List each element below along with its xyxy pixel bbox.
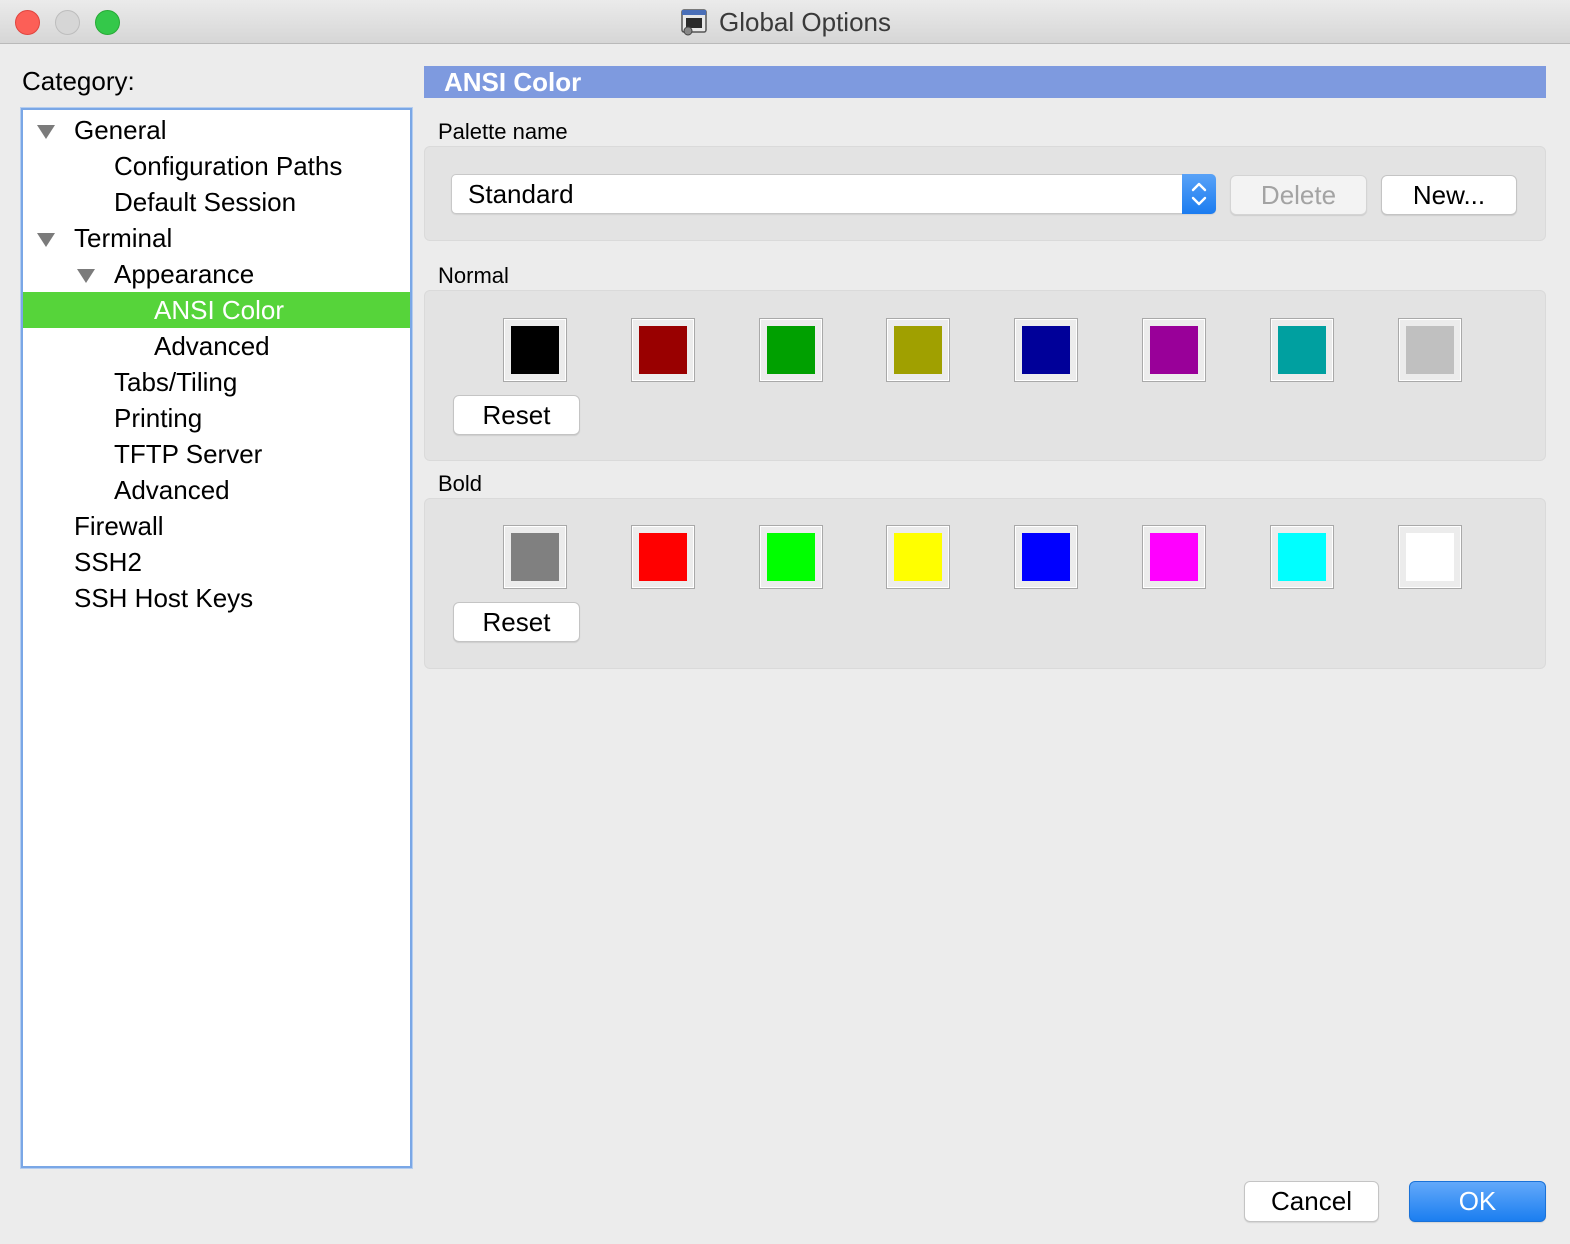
swatch-fill	[638, 533, 687, 581]
tree-item-firewall[interactable]: Firewall	[23, 508, 410, 544]
normal-color-swatch-7[interactable]	[1397, 318, 1462, 382]
tree-item-label: Printing	[114, 403, 203, 433]
normal-color-swatch-4[interactable]	[1014, 318, 1079, 382]
bold-color-swatch-2[interactable]	[758, 525, 823, 589]
swatch-fill	[1150, 533, 1198, 581]
swatch-fill	[1022, 533, 1071, 581]
normal-colors-group	[424, 290, 1546, 461]
bold-color-swatch-0[interactable]	[503, 525, 567, 589]
reset-bold-button[interactable]: Reset	[453, 602, 580, 642]
disclosure-triangle-icon[interactable]	[37, 125, 55, 139]
tree-item-label: TFTP Server	[114, 439, 263, 469]
bold-color-swatch-3[interactable]	[886, 525, 951, 589]
tree-item-terminal-advanced[interactable]: Advanced	[23, 472, 410, 508]
title-group: Global Options	[0, 0, 1570, 44]
tree-item-default-session[interactable]: Default Session	[23, 184, 410, 220]
title-bar: Global Options	[0, 0, 1570, 44]
swatch-fill	[1405, 326, 1454, 374]
bold-color-swatch-5[interactable]	[1142, 525, 1206, 589]
swatch-fill	[1022, 326, 1071, 374]
bold-colors-group	[424, 498, 1546, 669]
tree-item-printing[interactable]: Printing	[23, 400, 410, 436]
tree-item-ansi-color[interactable]: ANSI Color	[23, 292, 410, 328]
reset-normal-button[interactable]: Reset	[453, 395, 580, 435]
ok-button[interactable]: OK	[1409, 1181, 1546, 1222]
category-tree[interactable]: General Configuration Paths Default Sess…	[21, 108, 412, 1168]
tree-item-tftp-server[interactable]: TFTP Server	[23, 436, 410, 472]
swatch-fill	[511, 533, 559, 581]
swatch-fill	[1150, 326, 1198, 374]
normal-colors-label: Normal	[438, 263, 509, 288]
swatch-fill	[894, 326, 943, 374]
swatch-fill	[766, 533, 815, 581]
tree-item-label: General	[74, 115, 167, 145]
bold-color-swatch-7[interactable]	[1397, 525, 1462, 589]
swatch-fill	[1277, 533, 1326, 581]
normal-color-swatch-1[interactable]	[630, 318, 695, 382]
chevron-up-down-icon[interactable]	[1182, 174, 1216, 214]
swatch-fill	[1405, 533, 1454, 581]
global-options-window: Global Options Category: General Configu…	[0, 0, 1570, 1244]
tree-item-ssh2[interactable]: SSH2	[23, 544, 410, 580]
disclosure-triangle-icon[interactable]	[77, 269, 95, 283]
tree-item-label: ANSI Color	[154, 295, 285, 325]
tree-item-label: Advanced	[114, 475, 230, 505]
tree-item-label: Firewall	[74, 511, 164, 541]
swatch-fill	[766, 326, 815, 374]
normal-color-swatch-2[interactable]	[758, 318, 823, 382]
delete-palette-button[interactable]: Delete	[1230, 175, 1367, 215]
normal-color-swatch-3[interactable]	[886, 318, 951, 382]
section-header: ANSI Color	[424, 66, 1546, 98]
tree-item-label: Tabs/Tiling	[114, 367, 238, 397]
palette-select[interactable]: Standard	[451, 174, 1216, 214]
bold-color-swatch-1[interactable]	[630, 525, 695, 589]
normal-color-swatch-5[interactable]	[1142, 318, 1206, 382]
tree-item-label: SSH Host Keys	[74, 583, 254, 613]
swatch-fill	[511, 326, 559, 374]
swatch-fill	[894, 533, 943, 581]
swatch-fill	[638, 326, 687, 374]
cancel-button[interactable]: Cancel	[1244, 1181, 1379, 1222]
terminal-app-icon	[679, 7, 709, 37]
palette-select-value: Standard	[468, 179, 574, 209]
window-title: Global Options	[719, 6, 891, 37]
tree-item-terminal[interactable]: Terminal	[23, 220, 410, 256]
normal-color-swatch-6[interactable]	[1269, 318, 1334, 382]
tree-item-label: Default Session	[114, 187, 297, 217]
tree-item-appearance-advanced[interactable]: Advanced	[23, 328, 410, 364]
tree-item-label: Configuration Paths	[114, 151, 343, 181]
normal-color-swatch-0[interactable]	[503, 318, 567, 382]
category-label: Category:	[22, 66, 135, 96]
tree-item-configuration-paths[interactable]: Configuration Paths	[23, 148, 410, 184]
tree-item-label: Appearance	[114, 259, 255, 289]
tree-item-appearance[interactable]: Appearance	[23, 256, 410, 292]
tree-item-tabs-tiling[interactable]: Tabs/Tiling	[23, 364, 410, 400]
palette-name-label: Palette name	[438, 119, 568, 144]
bold-color-swatch-6[interactable]	[1269, 525, 1334, 589]
disclosure-triangle-icon[interactable]	[37, 233, 55, 247]
tree-item-label: Advanced	[154, 331, 270, 361]
bold-color-swatch-4[interactable]	[1014, 525, 1079, 589]
bold-colors-label: Bold	[438, 471, 483, 496]
tree-item-label: Terminal	[74, 223, 173, 253]
tree-item-ssh-host-keys[interactable]: SSH Host Keys	[23, 580, 410, 616]
swatch-fill	[1277, 326, 1326, 374]
tree-item-label: SSH2	[74, 547, 142, 577]
new-palette-button[interactable]: New...	[1381, 175, 1517, 215]
tree-item-general[interactable]: General	[23, 112, 410, 148]
